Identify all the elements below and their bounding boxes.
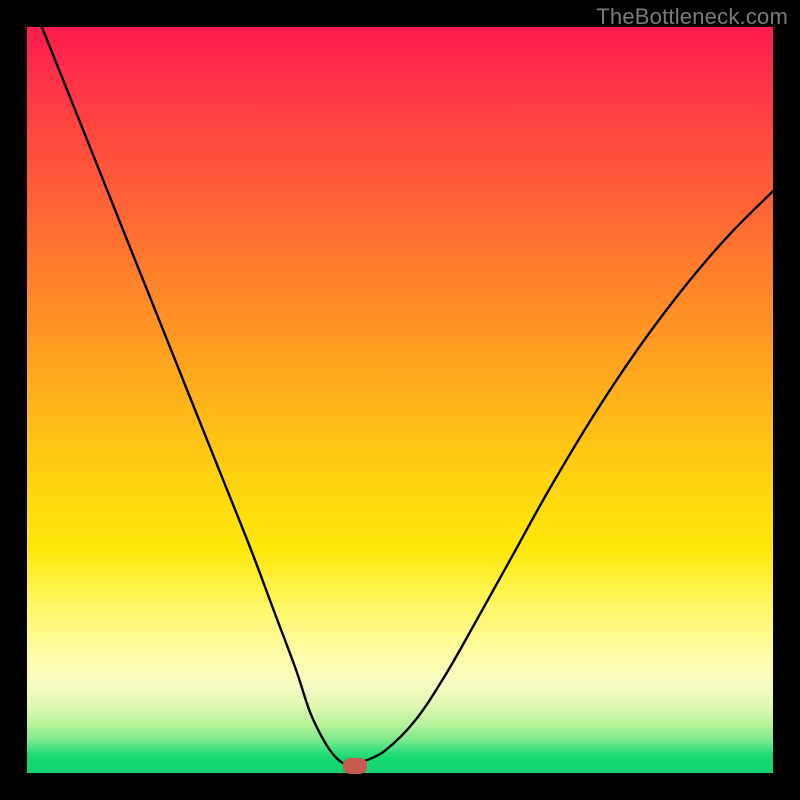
curve-layer (27, 27, 773, 773)
plot-area (27, 27, 773, 773)
bottleneck-curve (42, 27, 773, 766)
minimum-marker (343, 758, 367, 774)
chart-frame: TheBottleneck.com (0, 0, 800, 800)
